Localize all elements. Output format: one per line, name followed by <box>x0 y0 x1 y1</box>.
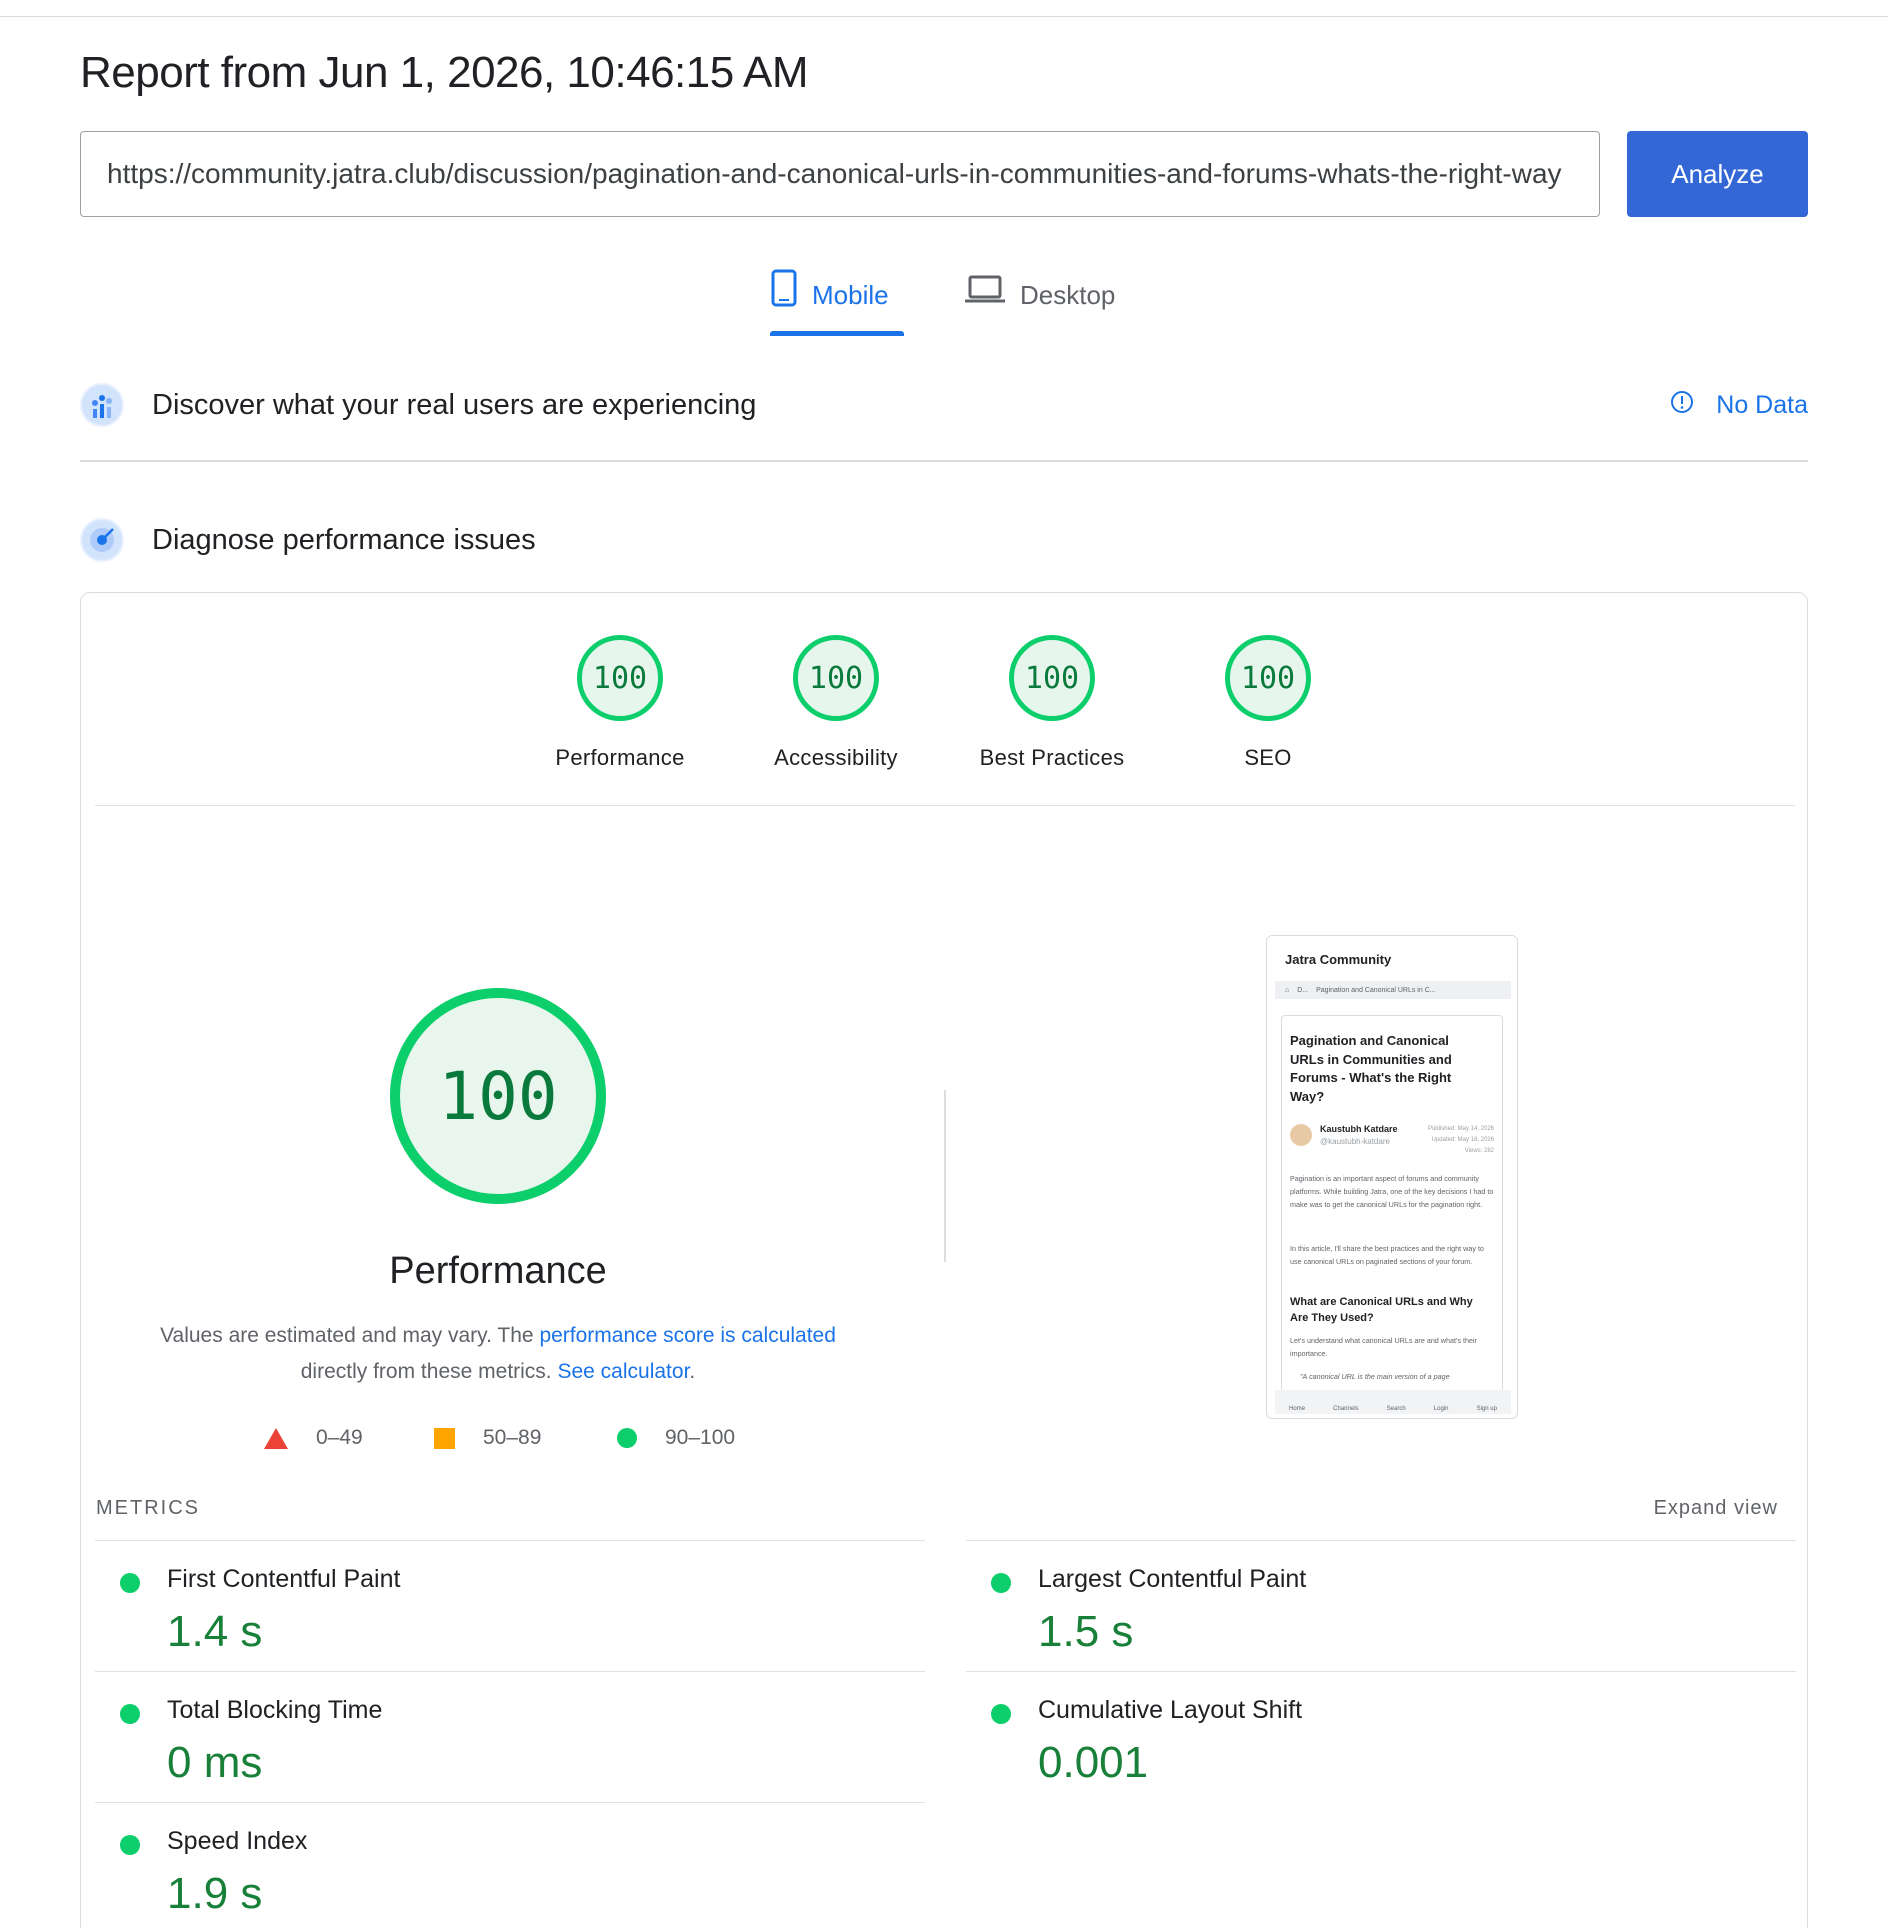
phone-icon <box>770 268 798 315</box>
preview-nav-home: Home <box>1289 1406 1306 1412</box>
laptop-icon <box>964 268 1006 315</box>
score-gauge-performance[interactable]: 100 <box>577 635 663 721</box>
metric-value: 1.9 s <box>167 1869 263 1918</box>
metric-lcp: Largest Contentful Paint 1.5 s <box>966 1540 1796 1671</box>
desc-text: Values are estimated and may vary. The <box>160 1324 540 1347</box>
analyze-button[interactable]: Analyze <box>1627 131 1808 217</box>
field-data-header[interactable]: Discover what your real users are experi… <box>80 383 1808 427</box>
avatar <box>1290 1124 1312 1146</box>
circle-icon <box>617 1428 637 1448</box>
metric-name: Largest Contentful Paint <box>1038 1565 1307 1593</box>
metric-value: 0.001 <box>1038 1738 1149 1787</box>
legend-poor-label: 0–49 <box>316 1426 363 1449</box>
info-icon <box>1670 390 1694 421</box>
preview-nav-signup: Sign up <box>1476 1406 1497 1412</box>
legend-average: 50–89 <box>434 1426 541 1450</box>
active-tab-indicator <box>770 331 904 336</box>
preview-author: Kaustubh Katdare <box>1320 1124 1398 1134</box>
preview-nav-channels: Channels <box>1333 1406 1359 1412</box>
preview-published: Published: May 14, 2026 <box>1427 1126 1494 1132</box>
tab-mobile[interactable]: Mobile <box>770 268 904 340</box>
metric-name: Speed Index <box>167 1827 308 1855</box>
section-divider <box>80 460 1808 462</box>
preview-handle: @kaustubh-katdare <box>1320 1137 1390 1146</box>
preview-nav-login: Login <box>1433 1406 1449 1412</box>
lab-data-title: Diagnose performance issues <box>152 523 536 556</box>
preview-paragraph-3: Let's understand what canonical URLs are… <box>1290 1336 1477 1358</box>
report-title: Report from Jun 1, 2026, 10:46:15 AM <box>80 48 809 97</box>
good-indicator-icon <box>120 1573 140 1593</box>
score-label-best-practices: Best Practices <box>979 745 1125 770</box>
tab-desktop-label: Desktop <box>1020 280 1116 310</box>
score-description: Values are estimated and may vary. The p… <box>150 1318 846 1390</box>
vertical-separator <box>944 1090 946 1262</box>
lab-data-header: Diagnose performance issues <box>80 518 1808 562</box>
see-calculator-link[interactable]: See calculator <box>557 1360 689 1383</box>
metric-tbt: Total Blocking Time 0 ms <box>95 1671 925 1802</box>
desc-suffix: . <box>689 1360 696 1383</box>
preview-crumb-short: D... <box>1297 986 1309 994</box>
preview-nav-search: Search <box>1386 1406 1406 1412</box>
desc-text-2: directly from these metrics. <box>300 1360 558 1383</box>
metric-value: 1.5 s <box>1038 1607 1134 1656</box>
preview-updated: Updated: May 18, 2026 <box>1431 1137 1494 1143</box>
good-indicator-icon <box>120 1835 140 1855</box>
metric-cls: Cumulative Layout Shift 0.001 <box>966 1671 1796 1802</box>
metrics-heading: METRICS <box>96 1497 200 1519</box>
tab-mobile-label: Mobile <box>812 280 889 310</box>
field-data-title: Discover what your real users are experi… <box>152 388 757 421</box>
preview-meta: Published: May 14, 2026 Updated: May 18,… <box>1428 1124 1494 1157</box>
triangle-icon <box>264 1427 288 1449</box>
top-divider <box>0 16 1888 17</box>
legend-average-label: 50–89 <box>483 1426 542 1449</box>
preview-article-title: Pagination and Canonical URLs in Communi… <box>1290 1033 1452 1104</box>
preview-article-card: Pagination and Canonical URLs in Communi… <box>1281 1015 1503 1397</box>
metric-value: 0 ms <box>167 1738 263 1787</box>
preview-views: Views: 282 <box>1464 1148 1494 1154</box>
preview-quote: "A canonical URL is the main version of … <box>1300 1372 1450 1381</box>
legend-good-label: 90–100 <box>665 1426 736 1449</box>
metric-name: Total Blocking Time <box>167 1696 383 1724</box>
good-indicator-icon <box>120 1704 140 1724</box>
target-icon <box>80 518 124 562</box>
legend-good: 90–100 <box>617 1426 735 1450</box>
square-icon <box>434 1427 455 1449</box>
chart-people-icon <box>80 383 124 427</box>
main-performance-gauge: 100 <box>390 988 606 1204</box>
preview-heading-2: What are Canonical URLs and Why Are They… <box>1290 1296 1473 1324</box>
good-indicator-icon <box>991 1704 1011 1724</box>
preview-paragraph-2: In this article, I'll share the best pra… <box>1290 1244 1484 1266</box>
preview-paragraph-1: Pagination is an important aspect of for… <box>1290 1174 1494 1209</box>
score-gauge-seo[interactable]: 100 <box>1225 635 1311 721</box>
url-input[interactable] <box>80 131 1600 217</box>
no-data-status[interactable]: No Data <box>1670 390 1808 421</box>
preview-breadcrumb: ⌂ D... Pagination and Canonical URLs in … <box>1275 981 1511 999</box>
page-screenshot-preview: Jatra Community ⌂ D... Pagination and Ca… <box>1266 935 1518 1419</box>
good-indicator-icon <box>991 1573 1011 1593</box>
score-label-accessibility: Accessibility <box>774 745 898 770</box>
main-performance-label: Performance <box>389 1250 607 1292</box>
preview-bottom-nav: Home Channels Search Login Sign up <box>1275 1390 1511 1414</box>
expand-view-toggle[interactable]: Expand view <box>1654 1497 1778 1520</box>
home-icon: ⌂ <box>1285 986 1290 994</box>
no-data-label: No Data <box>1716 390 1808 419</box>
score-label-seo: SEO <box>1244 745 1292 770</box>
metric-value: 1.4 s <box>167 1607 263 1656</box>
metric-name: First Contentful Paint <box>167 1565 401 1593</box>
panel-divider <box>95 805 1795 806</box>
score-gauge-best-practices[interactable]: 100 <box>1009 635 1095 721</box>
preview-crumb-page: Pagination and Canonical URLs in C... <box>1316 986 1436 994</box>
preview-site-name: Jatra Community <box>1285 952 1392 967</box>
legend-poor: 0–49 <box>264 1426 363 1450</box>
score-label-performance: Performance <box>555 745 685 770</box>
performance-score-link[interactable]: performance score is calculated <box>539 1324 835 1347</box>
metric-si: Speed Index 1.9 s <box>95 1802 925 1928</box>
tab-desktop[interactable]: Desktop <box>964 268 1134 340</box>
metric-name: Cumulative Layout Shift <box>1038 1696 1303 1724</box>
metric-fcp: First Contentful Paint 1.4 s <box>95 1540 925 1671</box>
score-gauge-accessibility[interactable]: 100 <box>793 635 879 721</box>
